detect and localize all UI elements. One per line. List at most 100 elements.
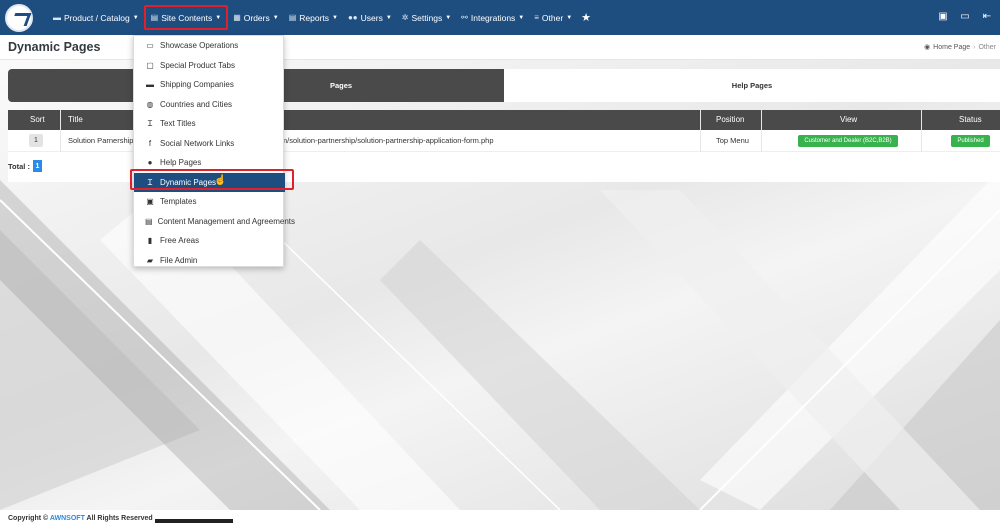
menu-item-label: Countries and Cities (160, 99, 233, 109)
tab-label: Pages (329, 81, 353, 90)
column-divider (700, 110, 701, 152)
column-divider (60, 110, 61, 152)
nav-label: Reports (299, 12, 330, 23)
breadcrumb: ◉ Home Page › Other (924, 43, 996, 52)
nav-label: Orders (243, 12, 270, 23)
truck-icon: ▬ (146, 80, 154, 89)
menu-item-label: Templates (160, 197, 197, 206)
chevron-down-icon: ▼ (566, 14, 573, 21)
breadcrumb-current: Other (978, 43, 996, 51)
menu-item-label: Content Management and Agreements (157, 216, 295, 226)
menu-item-label: Text Titles (160, 119, 196, 128)
total-count: Total : 1 (8, 160, 42, 172)
row-position: Top Menu (716, 136, 749, 145)
chevron-down-icon: ▼ (445, 14, 452, 21)
top-navbar: ▬ Product / Catalog ▼ ▤ Site Contents ▼ … (0, 0, 1000, 35)
copyright-suffix: All Rights Reserved (86, 515, 153, 522)
company-logo[interactable] (5, 4, 33, 32)
globe-icon: ◍ (146, 99, 154, 109)
document-icon: ▤ (145, 216, 153, 226)
menu-item-free-areas[interactable]: ▮ Free Areas (134, 231, 285, 250)
nav-users[interactable]: ●● Users ▼ (343, 8, 397, 28)
tab-help-pages[interactable]: Help Pages (504, 69, 1000, 102)
logout-icon[interactable]: ⇤ (980, 9, 994, 23)
breadcrumb-separator: › (973, 43, 976, 51)
chevron-down-icon: ▼ (332, 14, 338, 21)
chevron-down-icon: ▼ (385, 14, 392, 21)
network-icon: ⚯ (461, 13, 468, 22)
cart-icon: ▦ (233, 13, 241, 22)
menu-item-label: File Admin (160, 255, 198, 265)
nav-label: Product / Catalog (64, 12, 130, 23)
row-title[interactable]: Solution Parnership (68, 136, 133, 145)
list-icon: ≡ (534, 13, 539, 22)
users-icon: ●● (347, 13, 358, 22)
menu-item-social-network-links[interactable]: f Social Network Links (134, 134, 285, 153)
column-header-view[interactable]: View (840, 115, 857, 124)
nav-label: Users (360, 12, 383, 23)
window-icon: ▢ (146, 60, 154, 70)
menu-item-content-management[interactable]: ▤ Content Management and Agreements (134, 212, 295, 231)
calculator-icon[interactable]: ▣ (936, 9, 950, 23)
truck-icon: ▬ (53, 13, 61, 22)
menu-item-label: Showcase Operations (160, 41, 239, 50)
print-icon: ▣ (146, 197, 154, 206)
menu-item-file-admin[interactable]: ▰ File Admin (134, 251, 285, 270)
column-divider (921, 110, 922, 152)
nav-settings[interactable]: ✲ Settings ▼ (397, 8, 456, 28)
footer: Copyright © AWNSOFT All Rights Reserved (0, 510, 1000, 523)
main-menu: ▬ Product / Catalog ▼ ▤ Site Contents ▼ … (48, 0, 591, 35)
favorites-star-icon[interactable]: ★ (581, 11, 591, 24)
chevron-down-icon: ▼ (518, 14, 525, 21)
menu-item-special-product-tabs[interactable]: ▢ Special Product Tabs (134, 56, 285, 75)
menu-item-text-titles[interactable]: Ɪ Text Titles (134, 114, 285, 133)
menu-item-templates[interactable]: ▣ Templates (134, 192, 285, 211)
chevron-down-icon: ▼ (132, 14, 139, 21)
column-header-position[interactable]: Position (716, 115, 744, 124)
nav-site-contents[interactable]: ▤ Site Contents ▼ (143, 5, 229, 30)
file-icon: ▮ (147, 236, 153, 245)
facebook-icon: f (148, 138, 152, 148)
row-url: com/solution-partnership/solution-partne… (273, 136, 494, 145)
folder-icon: ▰ (146, 255, 154, 265)
chevron-down-icon: ▼ (215, 14, 222, 21)
selection-highlight (130, 169, 294, 190)
gears-icon: ✲ (401, 13, 409, 22)
copyright-prefix: Copyright © (8, 515, 49, 522)
nav-integrations[interactable]: ⚯ Integrations ▼ (456, 8, 529, 28)
nav-label: Other (541, 12, 564, 23)
info-icon: ● (147, 158, 153, 167)
menu-item-label: Help Pages (160, 158, 202, 167)
menu-item-shipping-companies[interactable]: ▬ Shipping Companies (134, 75, 285, 94)
keyboard-icon[interactable]: ▭ (958, 9, 972, 23)
nav-product-catalog[interactable]: ▬ Product / Catalog ▼ (48, 8, 144, 28)
menu-item-label: Social Network Links (160, 138, 235, 148)
nav-reports[interactable]: ▤ Reports ▼ (284, 8, 343, 28)
nav-label: Site Contents (161, 12, 213, 23)
nav-label: Integrations (470, 12, 516, 23)
navbar-right-tools: ▣ ▭ ⇤ (936, 9, 994, 23)
heading-icon: Ɪ (147, 119, 153, 128)
pages-icon: ▤ (150, 13, 159, 22)
hand-pointer-icon: ☝ (214, 175, 227, 186)
menu-item-showcase-operations[interactable]: ▭ Showcase Operations (134, 36, 285, 55)
column-header-status[interactable]: Status (959, 115, 982, 124)
status-badge[interactable]: Published (951, 135, 990, 147)
column-header-sort[interactable]: Sort (30, 115, 45, 124)
nav-orders[interactable]: ▦ Orders ▼ (228, 8, 284, 28)
view-badge: Customer and Dealer (B2C,B2B) (798, 135, 898, 147)
column-header-title[interactable]: Title (68, 115, 83, 124)
sort-order-value: 1 (29, 134, 43, 147)
total-label: Total : (8, 161, 30, 171)
menu-item-countries-and-cities[interactable]: ◍ Countries and Cities (134, 95, 285, 114)
total-count-badge: 1 (32, 160, 42, 172)
menu-item-label: Shipping Companies (160, 80, 234, 89)
monitor-icon: ▭ (146, 41, 154, 50)
dashboard-icon: ◉ (924, 44, 931, 51)
site-contents-dropdown: ▭ Showcase Operations ▢ Special Product … (133, 35, 295, 270)
breadcrumb-home[interactable]: Home Page (933, 44, 970, 51)
brand-link[interactable]: AWNSOFT (50, 515, 85, 522)
chevron-down-icon: ▼ (272, 14, 279, 21)
nav-other[interactable]: ≡ Other ▼ (529, 8, 577, 28)
tooltip-bar (155, 519, 233, 523)
